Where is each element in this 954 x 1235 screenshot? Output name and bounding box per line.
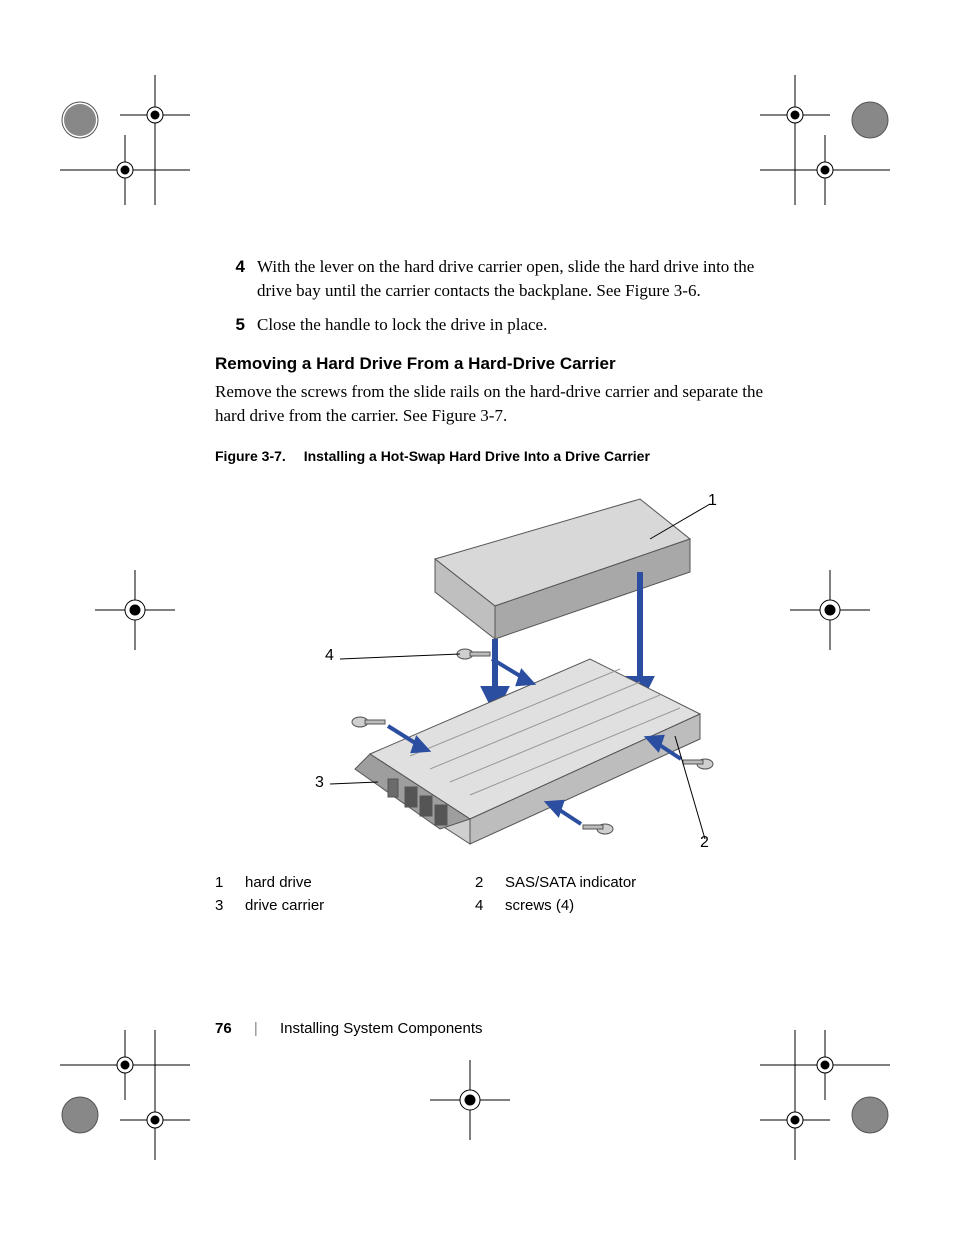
legend-label: SAS/SATA indicator (505, 874, 636, 891)
legend-num: 2 (475, 874, 505, 891)
crop-mark-top-left (60, 75, 190, 205)
step-number: 4 (215, 255, 257, 303)
figure-legend: 1 hard drive 2 SAS/SATA indicator 3 driv… (215, 874, 785, 914)
page-number: 76 (215, 1020, 232, 1037)
body-paragraph: Remove the screws from the slide rails o… (215, 380, 785, 428)
figure-callout-3: 3 (315, 774, 324, 792)
crop-mark-right (790, 570, 870, 650)
legend-label: hard drive (245, 874, 312, 891)
legend-label: screws (4) (505, 897, 574, 914)
step-5: 5 Close the handle to lock the drive in … (215, 313, 785, 337)
figure-number: Figure 3-7. (215, 448, 286, 464)
legend-label: drive carrier (245, 897, 324, 914)
step-text: With the lever on the hard drive carrier… (257, 255, 785, 303)
section-heading: Removing a Hard Drive From a Hard-Drive … (215, 354, 785, 374)
figure-caption: Figure 3-7. Installing a Hot-Swap Hard D… (215, 448, 785, 464)
crop-mark-bottom-center (430, 1060, 510, 1140)
figure-callout-4: 4 (325, 647, 334, 665)
legend-num: 1 (215, 874, 245, 891)
page-footer: 76 | Installing System Components (215, 1020, 483, 1037)
crop-mark-bottom-right (760, 1030, 890, 1160)
figure-callout-2: 2 (700, 834, 709, 852)
figure-callout-1: 1 (708, 492, 717, 510)
crop-mark-left (95, 570, 175, 650)
crop-mark-bottom-left (60, 1030, 190, 1160)
footer-section: Installing System Components (280, 1020, 483, 1037)
step-number: 5 (215, 313, 257, 337)
hard-drive-graphic (435, 499, 690, 639)
page-content: 4 With the lever on the hard drive carri… (215, 255, 785, 920)
footer-separator: | (254, 1020, 258, 1037)
figure-illustration: 1 2 3 4 (270, 484, 730, 864)
step-4: 4 With the lever on the hard drive carri… (215, 255, 785, 303)
legend-num: 4 (475, 897, 505, 914)
figure-title: Installing a Hot-Swap Hard Drive Into a … (304, 448, 650, 464)
crop-mark-top-right (760, 75, 890, 205)
step-text: Close the handle to lock the drive in pl… (257, 313, 785, 337)
legend-num: 3 (215, 897, 245, 914)
